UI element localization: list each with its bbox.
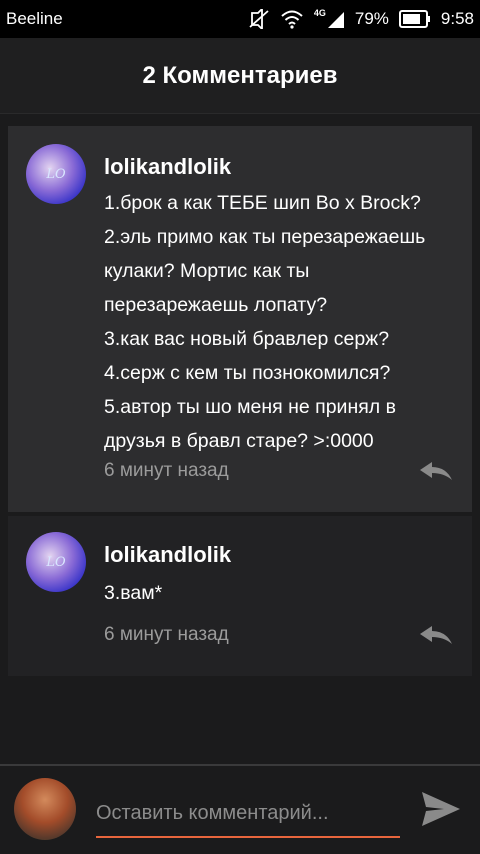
comment-line: 3.как вас новый бравлер серж? [104, 328, 390, 350]
comment-timestamp: 6 минут назад [104, 624, 229, 645]
comment-username[interactable]: lolikandlolik [104, 542, 231, 568]
wifi-icon [281, 10, 303, 29]
comment-line: 5.автор ты шо меня не принял в [104, 396, 396, 418]
comment-item: LO lolikandlolik 3.вам* 6 минут назад [8, 516, 472, 676]
avatar-text: LO [46, 554, 66, 570]
comment-line: 2.эль примо как ты перезарежаешь [104, 226, 426, 248]
comment-composer [0, 766, 480, 854]
comment-input[interactable] [96, 790, 400, 838]
avatar[interactable]: LO [26, 144, 86, 204]
mute-icon [249, 9, 269, 29]
comment-text: 1.брок а как ТЕБЕ шип Bo x Brock? 2.эль … [104, 186, 464, 458]
clock: 9:58 [440, 9, 474, 28]
comment-line: 3.вам* [104, 582, 163, 604]
signal-indicator: 4G [314, 9, 345, 29]
status-bar: Beeline 4G 79% 9:58 [0, 0, 480, 38]
signal-icon [327, 12, 344, 28]
comment-line: кулаки? Мортис как ты [104, 260, 310, 282]
comment-line: перезарежаешь лопату? [104, 294, 328, 316]
status-icons: 4G 79% 9:58 [248, 9, 474, 29]
comment-line: друзья в бравл старе? >:0000 [104, 430, 374, 452]
avatar-text: LO [46, 166, 66, 182]
comment-text: 3.вам* [104, 576, 464, 610]
comment-timestamp: 6 минут назад [104, 460, 229, 481]
reply-icon[interactable] [418, 460, 454, 484]
comment-line: 1.брок а как ТЕБЕ шип Bo x Brock? [104, 192, 421, 214]
reply-icon[interactable] [418, 624, 454, 648]
network-type: 4G [313, 8, 326, 18]
battery-percent: 79% [354, 9, 389, 28]
page-title: 2 Комментариев [142, 61, 338, 89]
header: 2 Комментариев [0, 38, 480, 114]
user-avatar [14, 778, 76, 840]
comment-line: 4.серж с кем ты познокомился? [104, 362, 391, 384]
send-icon[interactable] [418, 786, 464, 832]
battery-icon [398, 10, 430, 28]
carrier-name: Beeline [6, 9, 63, 28]
comment-item: LO lolikandlolik 1.брок а как ТЕБЕ шип B… [8, 126, 472, 512]
avatar[interactable]: LO [26, 532, 86, 592]
comment-username[interactable]: lolikandlolik [104, 154, 231, 180]
